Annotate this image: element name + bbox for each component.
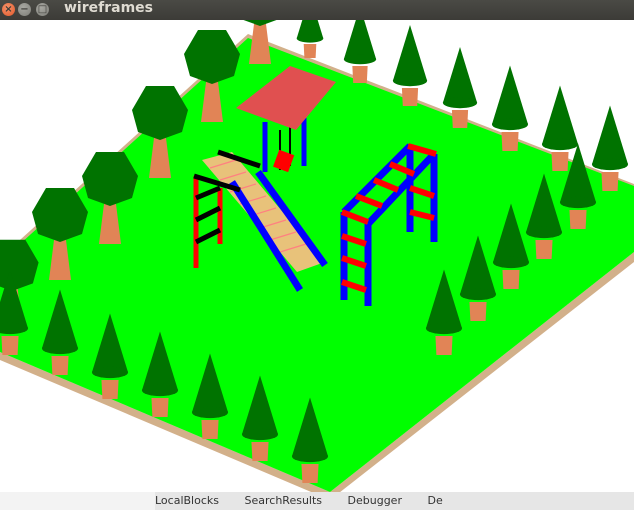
window-title: wireframes [64, 0, 153, 16]
3d-viewport[interactable] [0, 20, 634, 492]
tab-searchresults[interactable]: SearchResults [245, 492, 323, 510]
maximize-icon[interactable]: □ [36, 3, 49, 16]
tab-de[interactable]: De [427, 492, 442, 510]
tab-debugger[interactable]: Debugger [348, 492, 402, 510]
ide-tab-strip: LocalBlocks SearchResults Debugger De [155, 492, 634, 510]
tab-localblocks[interactable]: LocalBlocks [155, 492, 219, 510]
window-titlebar: × − □ wireframes [0, 0, 634, 20]
close-icon[interactable]: × [2, 3, 15, 16]
minimize-icon[interactable]: − [18, 3, 31, 16]
